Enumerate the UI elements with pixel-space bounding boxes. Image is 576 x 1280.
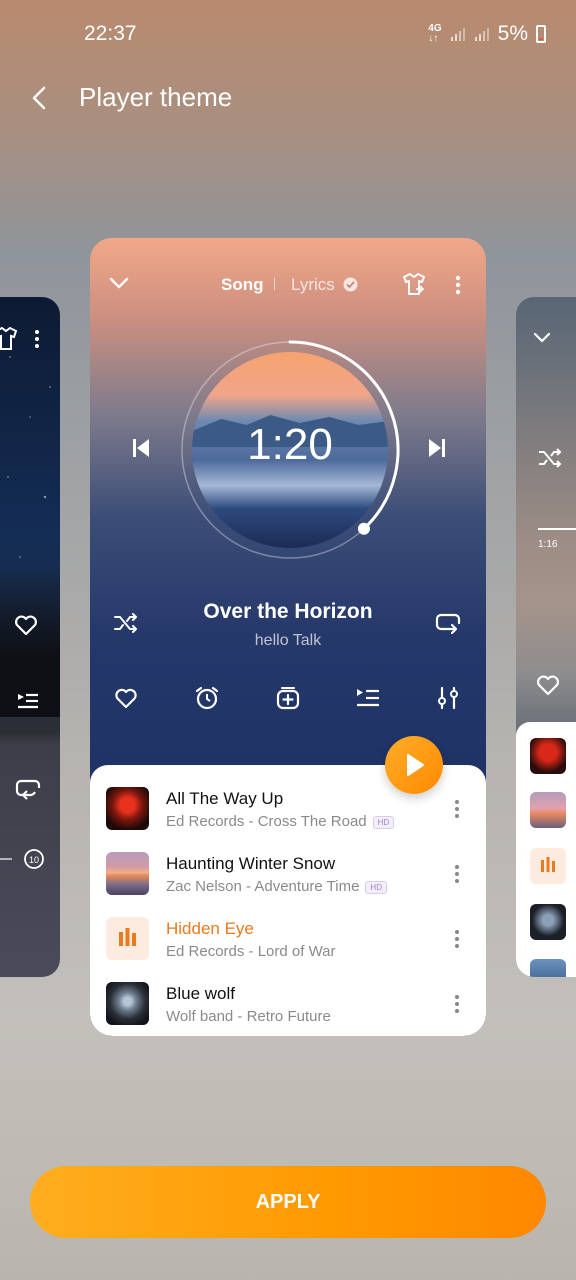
track-title: All The Way Up	[166, 789, 284, 808]
track-thumbnail	[530, 792, 566, 828]
verified-check-icon	[343, 277, 357, 292]
playing-indicator	[530, 848, 566, 884]
song-artist: hello Talk	[254, 632, 322, 649]
equalizer-icon	[541, 857, 555, 872]
play-button[interactable]	[385, 736, 443, 794]
apply-button[interactable]: APPLY	[30, 1166, 546, 1238]
tab-lyrics-label: Lyrics	[291, 275, 335, 294]
status-time: 22:37	[84, 22, 137, 45]
theme-shirt-icon[interactable]	[400, 270, 428, 298]
repeat-icon[interactable]	[434, 609, 462, 637]
more-vert-icon[interactable]	[449, 994, 465, 1014]
more-vert-icon[interactable]	[449, 864, 465, 884]
signal-icon-2	[474, 28, 489, 41]
track-row-active[interactable]: Hidden Eye Ed Records - Lord of War	[90, 907, 486, 971]
track-subtitle: Zac Nelson - Adventure Time HD	[166, 878, 387, 895]
track-thumbnail	[106, 787, 149, 830]
signal-icon	[450, 28, 465, 41]
track-subtitle-text: Zac Nelson - Adventure Time	[166, 878, 360, 895]
tab-separator	[274, 278, 275, 290]
more-vert-icon[interactable]	[449, 799, 465, 819]
track-row[interactable]: Blue wolf Wolf band - Retro Future	[90, 972, 486, 1036]
track-title: Haunting Winter Snow	[166, 854, 336, 873]
progress-track	[538, 528, 576, 530]
hd-badge: HD	[365, 880, 387, 894]
song-title: Over the Horizon	[203, 600, 373, 623]
equalizer-icon	[119, 928, 136, 946]
track-thumbnail	[530, 904, 566, 940]
battery-percent: 5%	[497, 22, 528, 45]
page-title: Player theme	[79, 82, 233, 112]
alarm-clock-icon[interactable]	[193, 684, 221, 712]
forward-10-icon: 10	[24, 849, 44, 869]
heart-icon[interactable]	[112, 684, 140, 712]
play-icon	[407, 754, 424, 776]
track-subtitle-text: Ed Records - Cross The Road	[166, 813, 367, 830]
theme-preview-previous[interactable]: 10	[0, 297, 60, 977]
track-thumbnail	[530, 959, 566, 977]
queue-icon	[18, 693, 38, 709]
heart-icon	[15, 615, 37, 636]
more-vert-icon[interactable]	[446, 272, 470, 298]
tab-lyrics[interactable]: Lyrics	[291, 275, 358, 295]
battery-icon	[536, 25, 546, 43]
network-type: 4G ↓↑	[428, 23, 442, 44]
next-track-icon[interactable]	[424, 435, 450, 461]
track-row[interactable]: Haunting Winter Snow Zac Nelson - Advent…	[90, 842, 486, 906]
theme-preview-next[interactable]: 1:16	[516, 297, 576, 977]
forward-10-label: 10	[29, 855, 39, 865]
track-thumbnail	[106, 982, 149, 1025]
more-vert-icon[interactable]	[449, 929, 465, 949]
chevron-down-icon	[533, 332, 551, 343]
add-to-playlist-icon[interactable]	[274, 684, 302, 712]
track-list: All The Way Up Ed Records - Cross The Ro…	[90, 765, 486, 1036]
tab-song[interactable]: Song	[221, 275, 264, 295]
hd-badge: HD	[372, 815, 395, 829]
back-arrow-icon[interactable]	[22, 80, 58, 116]
track-subtitle: Ed Records - Cross The Road HD	[166, 813, 395, 830]
repeat-icon	[15, 779, 41, 800]
header: Player theme	[0, 70, 576, 126]
theme-shirt-icon	[0, 326, 18, 350]
heart-icon	[537, 675, 559, 696]
status-indicators: 4G ↓↑ 5%	[428, 22, 546, 46]
track-subtitle: Wolf band - Retro Future	[166, 1008, 331, 1025]
elapsed-time: 1:20	[247, 420, 333, 469]
track-title: Hidden Eye	[166, 919, 254, 938]
track-thumbnail	[106, 852, 149, 895]
previous-track-icon[interactable]	[128, 435, 154, 461]
track-list-panel	[516, 722, 576, 977]
more-vert-icon	[35, 330, 39, 348]
track-subtitle: Ed Records - Lord of War	[166, 943, 336, 960]
elapsed-time: 1:16	[538, 539, 558, 550]
network-label: 4G	[428, 23, 442, 34]
progress-track	[0, 858, 12, 860]
chevron-down-icon[interactable]	[106, 270, 132, 296]
playing-indicator	[106, 917, 149, 960]
shuffle-icon	[539, 448, 562, 468]
track-thumbnail	[530, 738, 566, 774]
queue-icon[interactable]	[354, 684, 382, 712]
status-bar: 22:37 4G ↓↑ 5%	[0, 0, 576, 70]
album-disc: 1:20	[180, 340, 400, 560]
track-title: Blue wolf	[166, 984, 235, 1003]
equalizer-settings-icon[interactable]	[434, 684, 462, 712]
theme-preview-current[interactable]: Song Lyrics 1:20 Over the Horizon hello …	[90, 238, 486, 1036]
